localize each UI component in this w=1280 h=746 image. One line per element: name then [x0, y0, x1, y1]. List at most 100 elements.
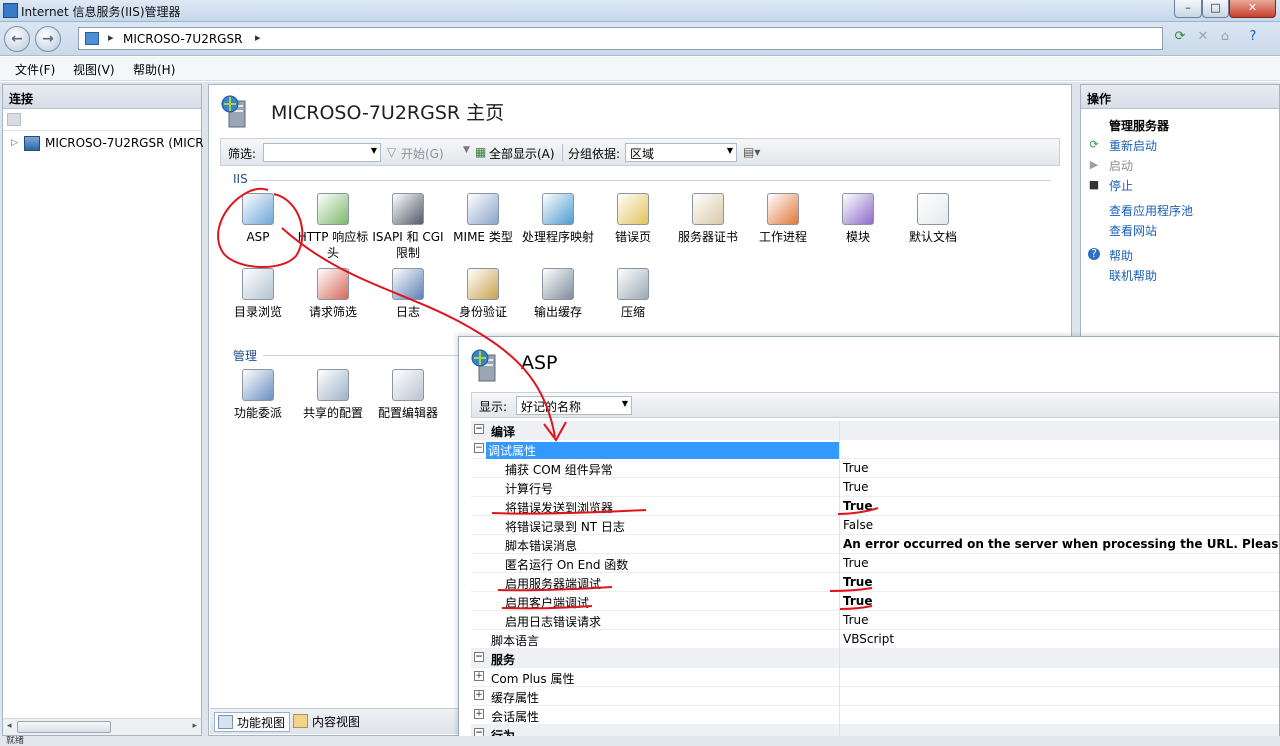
manage-feature-item[interactable]: 功能委派 — [221, 369, 295, 421]
property-row[interactable]: + 缓存属性 — [471, 687, 1279, 706]
property-value[interactable]: True — [843, 575, 872, 589]
property-row[interactable]: − 调试属性 — [471, 440, 1279, 459]
feature-item[interactable]: 工作进程 — [746, 193, 820, 245]
property-row[interactable]: 计算行号 True — [471, 478, 1279, 497]
refresh-icon[interactable]: ⟳ — [1170, 27, 1190, 47]
feature-item[interactable]: 默认文档 — [896, 193, 970, 245]
help-link[interactable]: 帮助 — [1109, 247, 1133, 264]
tree-item-server[interactable]: ▷ MICROSO-7U2RGSR (MICR — [11, 135, 203, 153]
filter-input[interactable]: ▼ — [263, 143, 381, 162]
scroll-left-icon[interactable]: ◂ — [7, 721, 12, 731]
feature-item[interactable]: 日志 — [371, 268, 445, 320]
expand-icon[interactable]: + — [474, 671, 484, 681]
stop-icon[interactable]: ✕ — [1193, 27, 1213, 47]
features-view-icon — [218, 715, 233, 729]
restart-link[interactable]: 重新启动 — [1109, 137, 1157, 154]
property-row[interactable]: 脚本语言 VBScript — [471, 630, 1279, 649]
feature-label: MIME 类型 — [453, 230, 513, 244]
property-value[interactable]: An error occurred on the server when pro… — [843, 537, 1279, 551]
property-row[interactable]: + 会话属性 — [471, 706, 1279, 725]
property-value[interactable]: False — [843, 518, 873, 532]
feature-item[interactable]: 错误页 — [596, 193, 670, 245]
view-sites-link[interactable]: 查看网站 — [1109, 222, 1157, 239]
content-view-tab[interactable]: 内容视图 — [290, 712, 364, 732]
online-help-link[interactable]: 联机帮助 — [1109, 267, 1157, 284]
collapse-icon[interactable]: − — [474, 424, 484, 434]
connections-header: 连接 — [3, 85, 201, 109]
feature-item[interactable]: 输出缓存 — [521, 268, 595, 320]
expand-icon[interactable]: ▷ — [11, 138, 18, 148]
feature-item[interactable]: 服务器证书 — [671, 193, 745, 245]
filter-label: 筛选: — [228, 147, 257, 161]
maximize-button[interactable]: □ — [1202, 0, 1229, 18]
feature-item[interactable]: 模块 — [821, 193, 895, 245]
manage-feature-item[interactable]: 配置编辑器 — [371, 369, 445, 421]
menu-help[interactable]: 帮助(H) — [133, 61, 175, 78]
home-icon[interactable]: ⌂ — [1215, 27, 1235, 47]
feature-item[interactable]: 目录浏览 — [221, 268, 295, 320]
connect-icon[interactable] — [7, 113, 21, 126]
property-row[interactable]: + Com Plus 属性 — [471, 668, 1279, 687]
property-row[interactable]: 启用日志错误请求 True — [471, 611, 1279, 630]
feature-icon — [842, 193, 874, 225]
feature-item[interactable]: HTTP 响应标头 — [296, 193, 370, 261]
collapse-icon[interactable]: − — [474, 443, 484, 453]
property-value[interactable]: True — [843, 480, 869, 494]
feature-item[interactable]: ASP — [221, 193, 295, 245]
feature-item[interactable]: MIME 类型 — [446, 193, 520, 245]
menu-file[interactable]: 文件(F) — [15, 61, 55, 78]
view-app-pools-link[interactable]: 查看应用程序池 — [1109, 202, 1193, 219]
address-bar[interactable]: ▸ MICROSO-7U2RGSR ▸ — [78, 27, 1163, 50]
breadcrumb-separator-icon[interactable]: ▸ — [255, 31, 261, 44]
start-filter-button[interactable]: 开始(G) — [401, 145, 444, 162]
scroll-thumb[interactable] — [17, 721, 111, 733]
feature-item[interactable]: ISAPI 和 CGI 限制 — [371, 193, 445, 261]
funnel-icon[interactable]: ▽ — [387, 145, 396, 159]
actions-header: 操作 — [1081, 85, 1279, 109]
collapse-icon[interactable]: − — [474, 652, 484, 662]
chevron-down-icon: ▼ — [621, 399, 628, 408]
scroll-right-icon[interactable]: ▸ — [192, 721, 197, 731]
minimize-button[interactable]: – — [1174, 0, 1202, 18]
breadcrumb-server[interactable]: MICROSO-7U2RGSR — [123, 32, 242, 46]
navigation-bar: ← → ▸ MICROSO-7U2RGSR ▸ ⟳ ✕ ⌂ ? — [0, 22, 1280, 56]
expand-icon[interactable]: + — [474, 690, 484, 700]
property-row[interactable]: 启用服务器端调试 True — [471, 573, 1279, 592]
property-row[interactable]: 启用客户端调试 True — [471, 592, 1279, 611]
feature-item[interactable]: 请求筛选 — [296, 268, 370, 320]
manage-feature-item[interactable]: 共享的配置 — [296, 369, 370, 421]
property-row[interactable]: − 编译 — [471, 421, 1279, 440]
help-icon[interactable]: ? — [1243, 27, 1263, 47]
group-by-select[interactable]: 区域 ▼ — [625, 143, 737, 162]
features-view-tab[interactable]: 功能视图 — [214, 712, 291, 732]
property-row[interactable]: 将错误记录到 NT 日志 False — [471, 516, 1279, 535]
property-value[interactable]: True — [843, 556, 869, 570]
property-value[interactable]: True — [843, 461, 869, 475]
property-value[interactable]: True — [843, 594, 872, 608]
forward-button[interactable]: → — [35, 26, 61, 52]
start-link[interactable]: 启动 — [1109, 157, 1133, 174]
property-value[interactable]: True — [843, 499, 872, 513]
back-button[interactable]: ← — [4, 26, 30, 52]
property-row[interactable]: 脚本错误消息 An error occurred on the server wh… — [471, 535, 1279, 554]
expand-icon[interactable]: + — [474, 709, 484, 719]
property-row[interactable]: − 服务 — [471, 649, 1279, 668]
feature-item[interactable]: 身份验证 — [446, 268, 520, 320]
property-value[interactable]: VBScript — [843, 632, 894, 646]
property-row[interactable]: 将错误发送到浏览器 True — [471, 497, 1279, 516]
show-all-icon[interactable]: ▦ — [475, 145, 486, 159]
view-mode-icon[interactable]: ▤▾ — [743, 145, 760, 159]
display-select[interactable]: 好记的名称 ▼ — [516, 396, 632, 415]
property-row[interactable]: 匿名运行 On End 函数 True — [471, 554, 1279, 573]
property-row[interactable]: 捕获 COM 组件异常 True — [471, 459, 1279, 478]
feature-item[interactable]: 处理程序映射 — [521, 193, 595, 245]
property-value[interactable]: True — [843, 613, 869, 627]
stop-link[interactable]: 停止 — [1109, 177, 1133, 194]
show-all-button[interactable]: 全部显示(A) — [489, 145, 555, 162]
manage-feature-icon — [317, 369, 349, 401]
feature-item[interactable]: 压缩 — [596, 268, 670, 320]
menu-view[interactable]: 视图(V) — [73, 61, 115, 78]
close-button[interactable]: ✕ — [1229, 0, 1276, 18]
horizontal-scrollbar[interactable]: ◂ ▸ — [3, 718, 201, 735]
chevron-down-icon[interactable]: ▼ — [463, 145, 470, 155]
